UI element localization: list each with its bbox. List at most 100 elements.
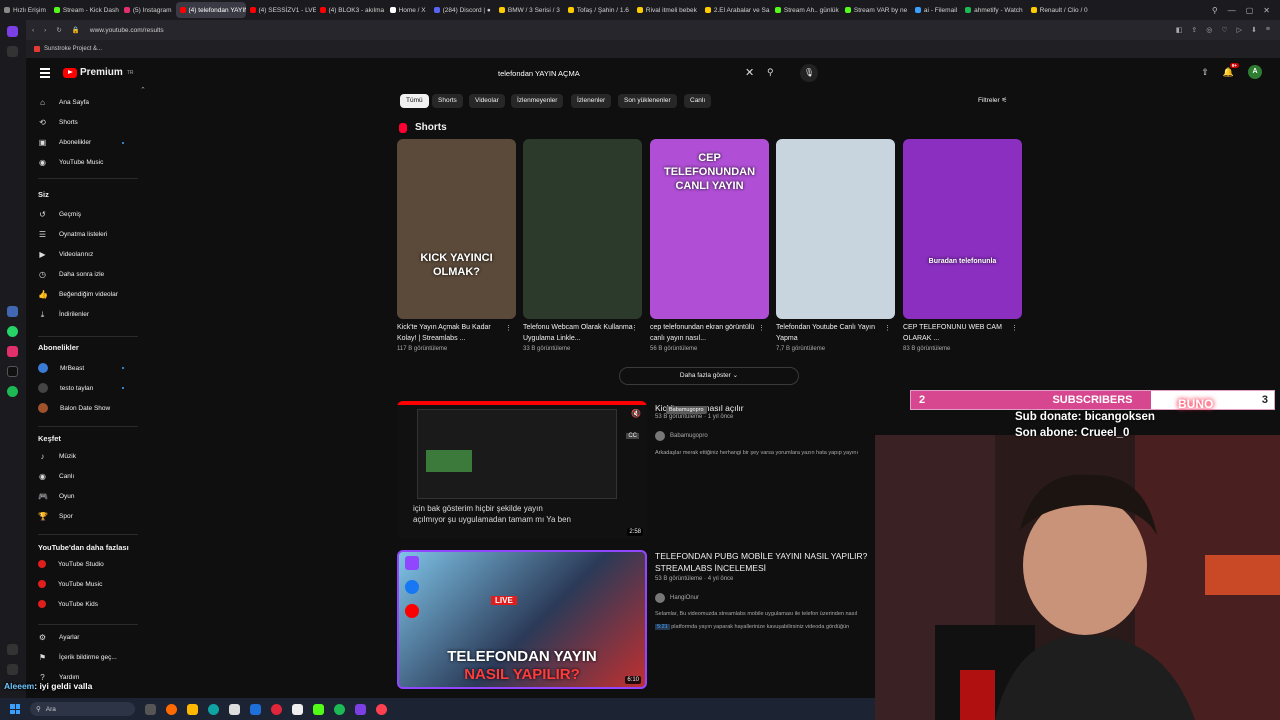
bookmark-icon[interactable]: ♡ <box>1221 26 1227 34</box>
short-thumbnail[interactable]: Buradan telefonunla <box>903 139 1022 319</box>
shield-icon[interactable]: ◎ <box>1206 26 1212 34</box>
sidebar-settings-item-0[interactable]: ⚙ Ayarlar <box>38 633 80 642</box>
browser-tab[interactable]: Stream VAR by ne <box>841 2 911 18</box>
minimize-icon[interactable]: — <box>1228 6 1236 15</box>
sidebar-you-item-4[interactable]: 👍 Beğendiğim videolar <box>38 290 118 299</box>
sidebar-more-item-0[interactable]: YouTube Studio <box>38 560 104 568</box>
close-icon[interactable]: ✕ <box>1263 6 1270 15</box>
x-icon[interactable] <box>7 366 18 377</box>
avatar[interactable]: A <box>1248 65 1262 79</box>
sidebar-you-item-3[interactable]: ◷ Daha sonra izle <box>38 270 104 279</box>
more-vert-icon[interactable]: ⋮ <box>884 324 891 332</box>
opera-menu-icon[interactable] <box>7 26 18 37</box>
download-icon[interactable]: ⬇ <box>1251 26 1257 34</box>
notepad-icon[interactable] <box>292 703 303 715</box>
camera-icon[interactable]: ◧ <box>1176 26 1183 34</box>
instagram-icon[interactable] <box>7 346 18 357</box>
browser-tab[interactable]: Stream - Kick Dash <box>50 2 120 18</box>
cc-icon[interactable]: CC <box>626 433 639 439</box>
chip-6[interactable]: Canlı <box>684 94 712 108</box>
sidebar-you-item-1[interactable]: ☰ Oynatma listeleri <box>38 230 108 239</box>
browser-tab[interactable]: Home / X <box>386 2 430 18</box>
more-vert-icon[interactable]: ⋮ <box>505 324 512 332</box>
messenger-icon[interactable] <box>7 306 18 317</box>
sidebar-item-0[interactable]: ⌂ Ana Sayfa <box>38 98 89 107</box>
windows-start-icon[interactable] <box>10 704 20 714</box>
sidebar-subscription[interactable]: testo taylan <box>38 383 93 393</box>
sidebar-explore-item-3[interactable]: 🏆 Spor <box>38 512 73 521</box>
search-input[interactable] <box>492 68 732 78</box>
chip-4[interactable]: İzlenenler <box>571 94 612 108</box>
file-explorer-icon[interactable] <box>187 703 198 715</box>
video-thumbnail[interactable]: LIVE TELEFONDAN YAYIN NASIL YAPILIR? 6:1… <box>397 550 647 689</box>
edge-icon[interactable] <box>208 703 219 715</box>
back-icon[interactable]: ‹ <box>32 27 34 34</box>
collapse-icon[interactable]: ⌃ <box>140 86 146 94</box>
chrome-icon[interactable] <box>166 703 177 715</box>
browser-tab[interactable]: Stream Ah.. günlük <box>771 2 841 18</box>
share-icon[interactable]: ⇪ <box>1191 26 1197 34</box>
mute-icon[interactable]: 🔇 <box>631 409 641 418</box>
short-thumbnail[interactable]: KICK YAYINCI OLMAK? <box>397 139 516 319</box>
menu-icon[interactable] <box>40 68 50 78</box>
sidebar-explore-item-1[interactable]: ◉ Canlı <box>38 472 74 481</box>
section-subscriptions[interactable]: Abonelikler <box>38 343 79 352</box>
sidebar-more-item-1[interactable]: YouTube Music <box>38 580 102 588</box>
chapter-badge[interactable]: 5:21 <box>655 624 670 630</box>
sidebar-item-2[interactable]: ▣ Abonelikler <box>38 138 91 147</box>
browser-tab[interactable]: Hızlı Erişim <box>0 2 50 18</box>
microphone-icon[interactable]: 🎙 <box>800 64 818 82</box>
bookmark-item[interactable]: Sunstroke Project &... <box>44 46 102 52</box>
short-title[interactable]: Telefondan Youtube Canlı Yayın Yapma <box>776 322 888 344</box>
heart-icon[interactable] <box>7 644 18 655</box>
browser-tab[interactable]: (5) Instagram <box>120 2 176 18</box>
obs-icon[interactable] <box>355 703 366 715</box>
spotify-icon[interactable] <box>7 386 18 397</box>
chip-2[interactable]: Videolar <box>469 94 505 108</box>
kick-icon[interactable] <box>313 703 324 715</box>
sidebar-subscription[interactable]: MrBeast <box>38 363 84 373</box>
browser-tab[interactable]: (4) BLOK3 - akılma <box>316 2 386 18</box>
short-thumbnail[interactable] <box>776 139 895 319</box>
filters-button[interactable]: Filtreler ⚟ <box>978 96 1007 104</box>
task-view-icon[interactable] <box>145 703 156 715</box>
short-title[interactable]: Kick'te Yayın Açmak Bu Kadar Kolay! | St… <box>397 322 509 344</box>
browser-tab[interactable]: Rival itmeli bebek <box>633 2 701 18</box>
maximize-icon[interactable]: ▢ <box>1246 6 1254 15</box>
sidebar-more-item-2[interactable]: YouTube Kids <box>38 600 98 608</box>
youtube-logo[interactable]: Premium TR <box>63 67 133 78</box>
short-title[interactable]: cep telefonundan ekran görüntülü canlı y… <box>650 322 762 344</box>
sidebar-explore-item-2[interactable]: 🎮 Oyun <box>38 492 75 501</box>
sidebar-you-item-2[interactable]: ▶ Videolarınız <box>38 250 93 259</box>
browser-tab[interactable]: (4) telefondan YAYIN AÇM <box>175 2 246 18</box>
upload-icon[interactable]: ⇧ <box>1201 67 1209 78</box>
browser-tab[interactable]: (284) Discord | ● <box>430 2 495 18</box>
video-channel[interactable]: Babamugopro <box>655 431 708 441</box>
sidebar-item-1[interactable]: ⟲ Shorts <box>38 118 78 127</box>
browser-tab[interactable]: Renault / Clio / 0 <box>1027 2 1092 18</box>
browser-tab[interactable]: (4) SESSİZV1 - LVE <box>246 2 316 18</box>
sidebar-you-item-0[interactable]: ↺ Geçmiş <box>38 210 81 219</box>
short-thumbnail[interactable]: CEP TELEFONUNDAN CANLI YAYIN <box>650 139 769 319</box>
settings-icon[interactable] <box>7 664 18 675</box>
browser-tab[interactable]: 2.El Arabalar ve Sa <box>701 2 771 18</box>
short-title[interactable]: CEP TELEFONUNU WEB CAM OLARAK ... <box>903 322 1015 344</box>
pin-icon[interactable] <box>7 46 18 57</box>
chip-0[interactable]: Tümü <box>400 94 429 108</box>
store-icon[interactable] <box>229 703 240 715</box>
chip-5[interactable]: Son yüklenenler <box>618 94 677 108</box>
spotify-icon[interactable] <box>334 703 345 715</box>
search-icon[interactable]: ⚲ <box>767 67 774 78</box>
video-title[interactable]: TELEFONDAN PUBG MOBİLE YAYINI NASIL YAPI… <box>655 550 877 574</box>
more-vert-icon[interactable]: ⋮ <box>758 324 765 332</box>
easy-setup-icon[interactable]: ≡ <box>1266 26 1270 34</box>
url-field[interactable]: www.youtube.com/results <box>90 27 164 34</box>
sidebar-settings-item-1[interactable]: ⚑ İçerik bildirme geç... <box>38 653 117 662</box>
outlook-icon[interactable] <box>250 703 261 715</box>
whatsapp-icon[interactable] <box>7 326 18 337</box>
sidebar-you-item-5[interactable]: ⤓ İndirilenler <box>38 310 89 319</box>
more-vert-icon[interactable]: ⋮ <box>631 324 638 332</box>
opera-icon[interactable] <box>271 703 282 715</box>
short-title[interactable]: Telefonu Webcam Olarak Kullanma Uygulama… <box>523 322 635 344</box>
forward-icon[interactable]: › <box>44 27 46 34</box>
